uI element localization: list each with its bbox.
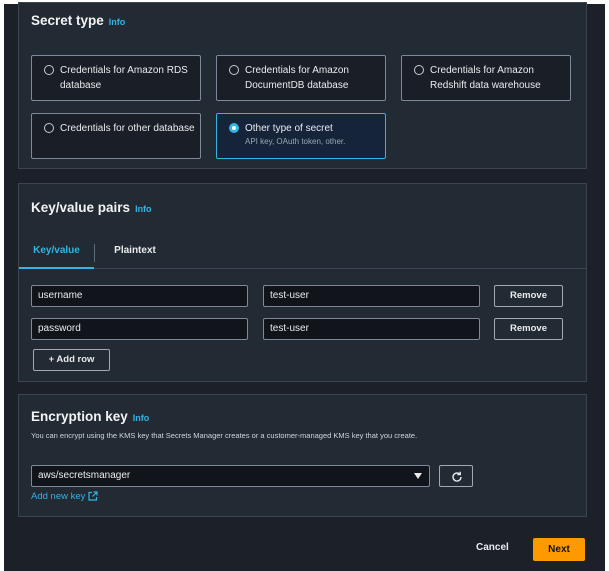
secret-type-option-redshift[interactable]: Credentials for Amazon Redshift data war… (401, 55, 571, 101)
option-label-other-secret: Other type of secret (245, 123, 333, 134)
key-value-heading: Key/value pairs Info (31, 200, 152, 215)
key-value-title: Key/value pairs (31, 200, 131, 215)
option-label-rds: Credentials for Amazon RDS database (60, 65, 188, 91)
key-value-tabs: Key/value Plaintext (19, 236, 586, 269)
remove-row-button[interactable]: Remove (494, 285, 563, 307)
key-value-info-link[interactable]: Info (135, 204, 152, 214)
add-new-key-label: Add new key (31, 491, 86, 502)
wizard-page: Secret type Info Credentials for Amazon R… (4, 2, 605, 571)
secret-type-option-other-database[interactable]: Credentials for other database (31, 113, 201, 159)
add-row-button[interactable]: + Add row (33, 349, 110, 371)
option-label-documentdb: Credentials for Amazon DocumentDB databa… (245, 65, 349, 91)
add-new-key-link[interactable]: Add new key (31, 491, 99, 502)
radio-redshift[interactable] (414, 65, 424, 75)
external-link-icon (88, 491, 99, 501)
remove-row-button[interactable]: Remove (494, 318, 563, 340)
refresh-keys-button[interactable] (439, 465, 473, 487)
tab-plaintext[interactable]: Plaintext (99, 236, 171, 269)
tab-key-value[interactable]: Key/value (19, 236, 94, 269)
secret-type-title: Secret type (31, 13, 104, 28)
value-input-password[interactable]: test-user (263, 318, 480, 340)
radio-documentdb[interactable] (229, 65, 239, 75)
kms-key-selected-value: aws/secretsmanager (38, 470, 131, 481)
encryption-info-link[interactable]: Info (133, 413, 150, 423)
key-input-password[interactable]: password (31, 318, 248, 340)
kms-key-select[interactable]: aws/secretsmanager (31, 465, 430, 487)
key-input-username[interactable]: username (31, 285, 248, 307)
secret-type-info-link[interactable]: Info (109, 17, 126, 27)
next-button[interactable]: Next (533, 538, 585, 561)
encryption-key-heading: Encryption key Info (31, 409, 149, 424)
encryption-description: You can encrypt using the KMS key that S… (31, 431, 418, 440)
radio-rds[interactable] (44, 65, 54, 75)
option-label-other-database: Credentials for other database (60, 123, 195, 134)
encryption-key-panel: Encryption key Info You can encrypt using… (18, 394, 587, 517)
key-value-panel: Key/value pairs Info Key/value Plaintext … (18, 183, 587, 382)
secret-type-heading: Secret type Info (31, 13, 125, 28)
secret-type-option-rds[interactable]: Credentials for Amazon RDS database (31, 55, 201, 101)
encryption-key-title: Encryption key (31, 409, 128, 424)
option-description-other-secret: API key, OAuth token, other. (245, 137, 346, 146)
secret-type-option-documentdb[interactable]: Credentials for Amazon DocumentDB databa… (216, 55, 386, 101)
option-label-redshift: Credentials for Amazon Redshift data war… (430, 65, 541, 91)
radio-other-secret[interactable] (229, 123, 239, 133)
caret-down-icon (414, 473, 422, 479)
radio-other-database[interactable] (44, 123, 54, 133)
secret-type-option-other-secret[interactable]: Other type of secret API key, OAuth toke… (216, 113, 386, 159)
refresh-icon (452, 471, 462, 482)
cancel-button[interactable]: Cancel (476, 542, 509, 553)
value-input-username[interactable]: test-user (263, 285, 480, 307)
tab-divider (94, 244, 95, 262)
secret-type-panel: Secret type Info Credentials for Amazon R… (18, 2, 587, 169)
